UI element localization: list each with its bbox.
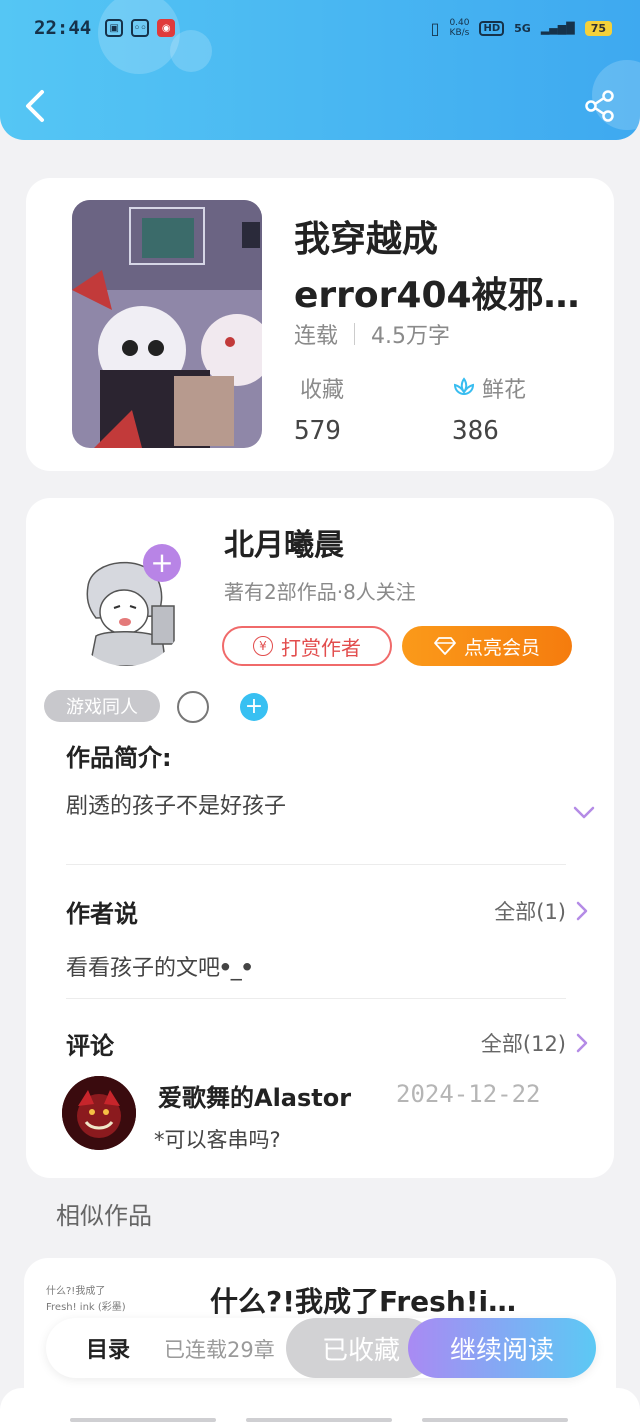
- author-name[interactable]: 北月曦晨: [224, 520, 344, 564]
- book-status: 连载: [294, 324, 339, 349]
- lotus-icon: [453, 377, 475, 396]
- author-says-more-link[interactable]: 全部(1): [494, 896, 588, 926]
- signal-bars-icon: ▂▄▆█: [540, 21, 575, 35]
- net-speed: 0.40 KB/s: [449, 18, 469, 38]
- intro-title: 作品简介:: [66, 744, 172, 772]
- cover-text: 什么?!我成了: [46, 1286, 106, 1297]
- bottom-action-bar: 目录 已连载29章 已收藏 继续阅读: [46, 1318, 596, 1378]
- chevron-right-icon: [576, 901, 588, 921]
- divider: [66, 998, 566, 999]
- header-bar: 22:44 ▣ ◦◦ ◉ ▯ 0.40 KB/s HD 5G ▂▄▆█ 75: [0, 0, 640, 140]
- commenter-avatar[interactable]: [62, 1076, 136, 1150]
- status-bar: 22:44 ▣ ◦◦ ◉ ▯ 0.40 KB/s HD 5G ▂▄▆█ 75: [34, 14, 612, 42]
- favorites-label-text: 收藏: [300, 378, 345, 403]
- sheet-line: [70, 1418, 216, 1422]
- vip-button[interactable]: 点亮会员: [402, 626, 572, 666]
- battery-indicator: 75: [584, 20, 612, 36]
- intro-text: 剧透的孩子不是好孩子: [66, 794, 287, 819]
- book-info-card: 我穿越成error404被邪… 连载 4.5万字 收藏 579 鲜花 386: [26, 178, 614, 471]
- sheet-line: [422, 1418, 568, 1422]
- status-time: 22:44: [34, 17, 92, 39]
- book-cover-image[interactable]: [72, 200, 262, 448]
- comment-text: *可以客串吗?: [154, 1128, 281, 1152]
- similar-work-title: 什么?!我成了Fresh!i…: [210, 1285, 517, 1318]
- net-speed-unit: KB/s: [449, 28, 470, 38]
- meta-separator: [354, 323, 356, 345]
- favorites-label: 收藏: [300, 372, 344, 404]
- book-meta: 连载 4.5万字: [294, 318, 450, 350]
- bottom-sheet-edge: [0, 1388, 640, 1425]
- author-says-text: 看看孩子的文吧ꔷ_ꔷ: [66, 956, 253, 981]
- serial-status: 已连载29章: [164, 1338, 275, 1362]
- share-button[interactable]: [584, 90, 616, 122]
- book-title: 我穿越成error404被邪…: [294, 219, 580, 316]
- net-speed-value: 0.40: [449, 18, 470, 28]
- chevron-right-icon: [576, 1033, 588, 1053]
- commenter-name[interactable]: 爱歌舞的Alastor: [158, 1078, 351, 1113]
- comments-title: 评论: [66, 1032, 114, 1060]
- divider: [66, 864, 566, 865]
- yen-icon: ¥: [253, 636, 273, 656]
- app-notification-icon: ▣: [105, 19, 124, 37]
- add-tag-button[interactable]: +: [240, 693, 268, 721]
- back-button[interactable]: [22, 88, 50, 124]
- vip-label: 点亮会员: [463, 636, 540, 659]
- status-right: ▯ 0.40 KB/s HD 5G ▂▄▆█ 75: [431, 18, 612, 38]
- favorites-count: 579: [294, 416, 341, 446]
- genre-tag[interactable]: 游戏同人: [44, 690, 160, 722]
- similar-works-title: 相似作品: [56, 1202, 152, 1230]
- continue-reading-button[interactable]: 继续阅读: [408, 1318, 596, 1378]
- comments-more-link[interactable]: 全部(12): [481, 1028, 588, 1058]
- flowers-stat[interactable]: 鲜花: [452, 372, 526, 404]
- signal-indicator: 5G: [514, 21, 531, 35]
- cover-text: Fresh! ink (彩墨): [46, 1302, 126, 1313]
- sheet-line: [246, 1418, 392, 1422]
- reward-label: 打赏作者: [281, 635, 361, 660]
- flowers-label-text: 鲜花: [482, 378, 527, 403]
- author-stats: 著有2部作品·8人关注: [224, 580, 416, 604]
- comment-date: 2024-12-22: [396, 1080, 541, 1108]
- tag-option[interactable]: [177, 691, 209, 723]
- expand-intro-button[interactable]: [572, 805, 596, 821]
- book-word-count: 4.5万字: [371, 324, 451, 349]
- author-card: + 北月曦晨 著有2部作品·8人关注 ¥ 打赏作者 点亮会员 游戏同人 + 作品…: [26, 498, 614, 1178]
- comments-more-label: 全部(12): [480, 1032, 566, 1056]
- reward-author-button[interactable]: ¥ 打赏作者: [222, 626, 392, 666]
- table-of-contents-button[interactable]: 目录: [86, 1332, 130, 1364]
- hd-badge: HD: [479, 20, 505, 36]
- author-says-title: 作者说: [66, 900, 138, 928]
- flowers-count: 386: [452, 416, 499, 446]
- diamond-icon: [434, 637, 456, 655]
- follow-author-button[interactable]: +: [143, 544, 181, 582]
- wechat-icon: ◦◦: [131, 19, 150, 37]
- music-app-icon: ◉: [157, 19, 176, 37]
- vibrate-icon: ▯: [430, 18, 440, 38]
- author-says-more-label: 全部(1): [494, 900, 566, 924]
